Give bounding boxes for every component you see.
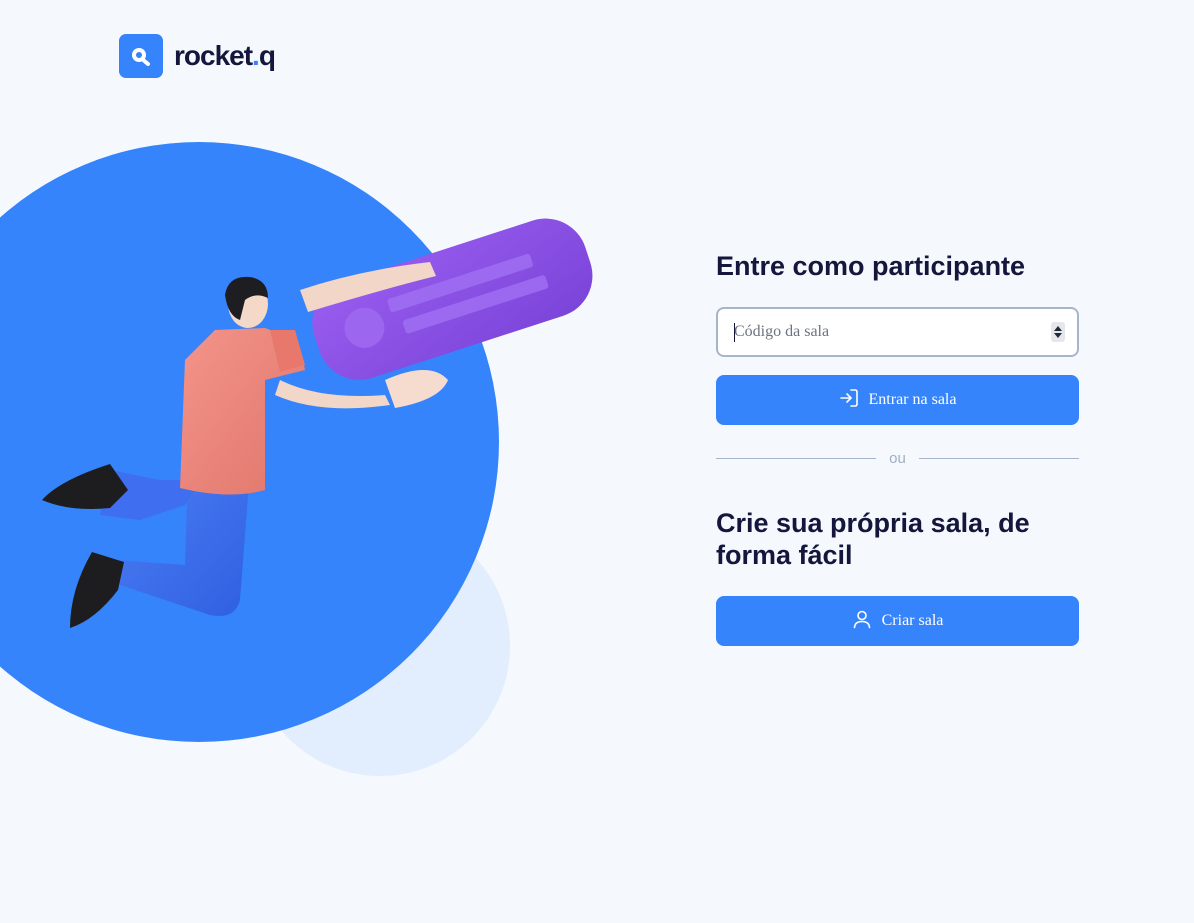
divider-label: ou [889,450,906,467]
landing-page: rocket.q Entre como participante Código … [0,0,1194,923]
access-panel: Entre como participante Entrar na sala o… [716,250,1079,646]
text-caret [734,323,735,342]
log-in-icon [839,388,859,413]
user-icon [852,609,872,634]
enter-room-label: Entrar na sala [868,391,957,408]
hero-illustration [0,142,593,776]
enter-room-button[interactable]: Entrar na sala [716,375,1079,425]
divider-line-left [716,458,877,459]
spinner-up-icon[interactable] [1054,326,1062,331]
spinner-down-icon[interactable] [1054,333,1062,338]
create-room-label: Criar sala [881,612,944,629]
create-room-button[interactable]: Criar sala [716,596,1079,646]
divider-line-right [918,458,1079,459]
join-title: Entre como participante [716,251,1026,281]
or-divider: ou [716,450,1079,467]
number-spinner[interactable] [1051,322,1065,342]
room-code-field[interactable] [716,307,1079,357]
room-code-input[interactable] [734,323,1051,341]
create-title: Crie sua própria sala, de forma fácil [716,508,1030,570]
